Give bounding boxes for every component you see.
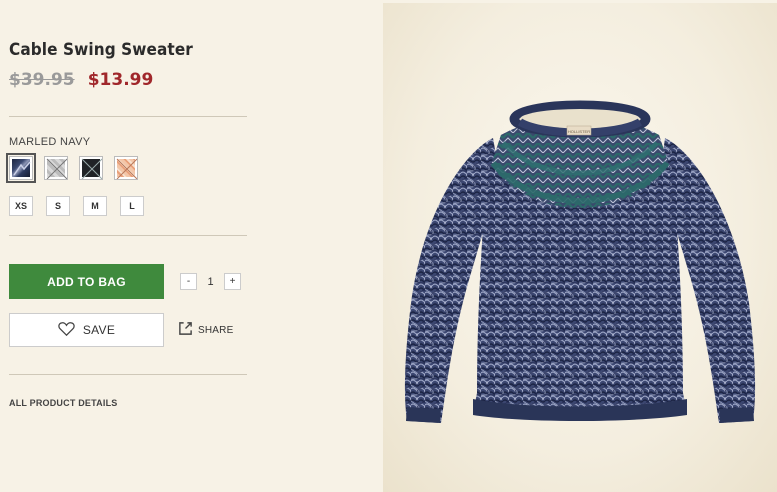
- quantity-decrease-button[interactable]: -: [180, 273, 197, 290]
- all-product-details-link[interactable]: ALL PRODUCT DETAILS: [9, 398, 117, 408]
- swatch-pattern-icon: [13, 161, 31, 176]
- add-to-bag-button[interactable]: ADD TO BAG: [9, 264, 164, 299]
- color-label: MARLED NAVY: [9, 136, 91, 148]
- quantity-increase-button[interactable]: +: [224, 273, 241, 290]
- sale-price: $13.99: [87, 70, 154, 90]
- swatch-peach[interactable]: [114, 156, 138, 180]
- share-label: SHARE: [198, 324, 234, 336]
- product-image[interactable]: HOLLISTER: [383, 3, 777, 492]
- heart-icon: [58, 321, 75, 339]
- size-selector: XS S M L: [9, 196, 144, 216]
- sweater-image: HOLLISTER: [404, 100, 756, 423]
- size-l-button[interactable]: L: [120, 196, 144, 216]
- share-icon: [178, 321, 193, 339]
- size-s-button[interactable]: S: [46, 196, 70, 216]
- brand-tag-label: HOLLISTER: [568, 129, 590, 134]
- divider: [9, 116, 247, 117]
- size-xs-button[interactable]: XS: [9, 196, 33, 216]
- swatch-black[interactable]: [79, 156, 103, 180]
- share-link[interactable]: SHARE: [178, 321, 233, 339]
- swatch-grey[interactable]: [44, 156, 68, 180]
- quantity-value[interactable]: 1: [197, 276, 224, 288]
- quantity-stepper: - 1 +: [180, 273, 241, 290]
- save-button[interactable]: SAVE: [9, 313, 164, 347]
- unavailable-cross-icon: [116, 158, 137, 179]
- size-m-button[interactable]: M: [83, 196, 107, 216]
- swatch-marled-navy[interactable]: [6, 153, 36, 183]
- divider: [9, 374, 247, 375]
- original-price: $39.95: [9, 70, 75, 90]
- divider: [9, 235, 247, 236]
- product-title: Cable Swing Sweater: [9, 40, 193, 60]
- save-label: SAVE: [82, 323, 116, 337]
- price-block: $39.95 $13.99: [9, 70, 153, 90]
- unavailable-cross-icon: [81, 158, 102, 179]
- color-swatches: [6, 153, 138, 183]
- product-info-panel: Cable Swing Sweater $39.95 $13.99 MARLED…: [0, 0, 258, 492]
- unavailable-cross-icon: [46, 158, 67, 179]
